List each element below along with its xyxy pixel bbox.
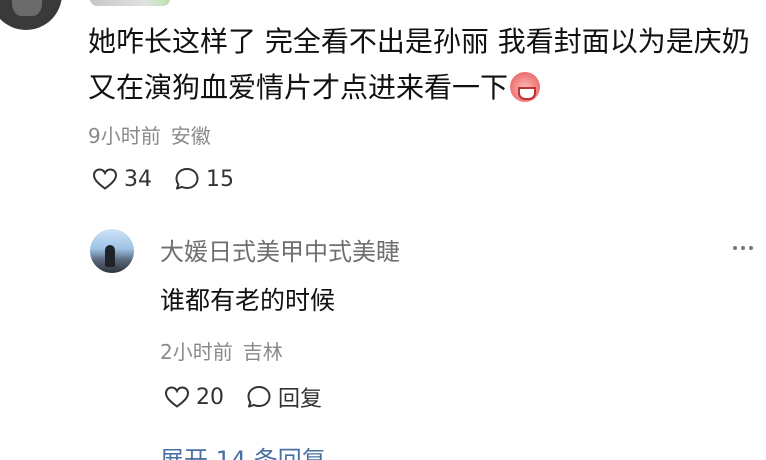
speech-bubble-icon bbox=[175, 168, 199, 190]
reply-actions: 20 回复 bbox=[164, 381, 344, 413]
reply-location: 吉林 bbox=[242, 340, 283, 364]
reply-time: 2小时前 bbox=[160, 340, 233, 364]
reply-button[interactable]: 回复 bbox=[246, 381, 322, 413]
heart-icon bbox=[92, 168, 118, 190]
like-button[interactable]: 34 bbox=[92, 167, 152, 192]
comment-count: 15 bbox=[206, 166, 234, 192]
comment-text: 她咋长这样了 完全看不出是孙丽 我看封面以为是庆奶 又在演狗血爱情片才点进来看一… bbox=[88, 19, 758, 111]
reply-label: 回复 bbox=[278, 387, 323, 412]
more-options-icon[interactable] bbox=[733, 246, 753, 250]
reply-author[interactable]: 大媛日式美甲中式美睫 bbox=[160, 232, 400, 267]
reply-like-button[interactable]: 20 bbox=[164, 385, 224, 410]
crying-laughing-emoji-icon bbox=[510, 72, 541, 102]
comment-line-1: 她咋长这样了 完全看不出是孙丽 我看封面以为是庆奶 bbox=[88, 25, 750, 58]
speech-bubble-icon bbox=[247, 386, 271, 408]
heart-icon bbox=[164, 386, 190, 408]
comment-time: 9小时前 bbox=[88, 124, 161, 148]
like-count: 34 bbox=[124, 166, 152, 192]
reply-like-count: 20 bbox=[196, 384, 224, 410]
reply-text: 谁都有老的时候 bbox=[160, 286, 336, 315]
commenter-avatar[interactable] bbox=[0, 0, 62, 30]
comment-actions: 34 15 bbox=[92, 166, 256, 192]
expand-replies-link[interactable]: 展开 14 条回复 bbox=[160, 440, 326, 460]
reply-avatar[interactable] bbox=[90, 229, 134, 273]
comment-line-2: 又在演狗血爱情片才点进来看一下 bbox=[88, 65, 758, 111]
comment-location: 安徽 bbox=[170, 124, 211, 148]
commenter-name-cropped bbox=[90, 0, 170, 6]
comment-button[interactable]: 15 bbox=[174, 166, 234, 192]
comment-meta: 9小时前 安徽 bbox=[88, 120, 211, 149]
comment-line-2-text: 又在演狗血爱情片才点进来看一下 bbox=[88, 71, 509, 104]
reply-meta: 2小时前 吉林 bbox=[160, 336, 283, 365]
